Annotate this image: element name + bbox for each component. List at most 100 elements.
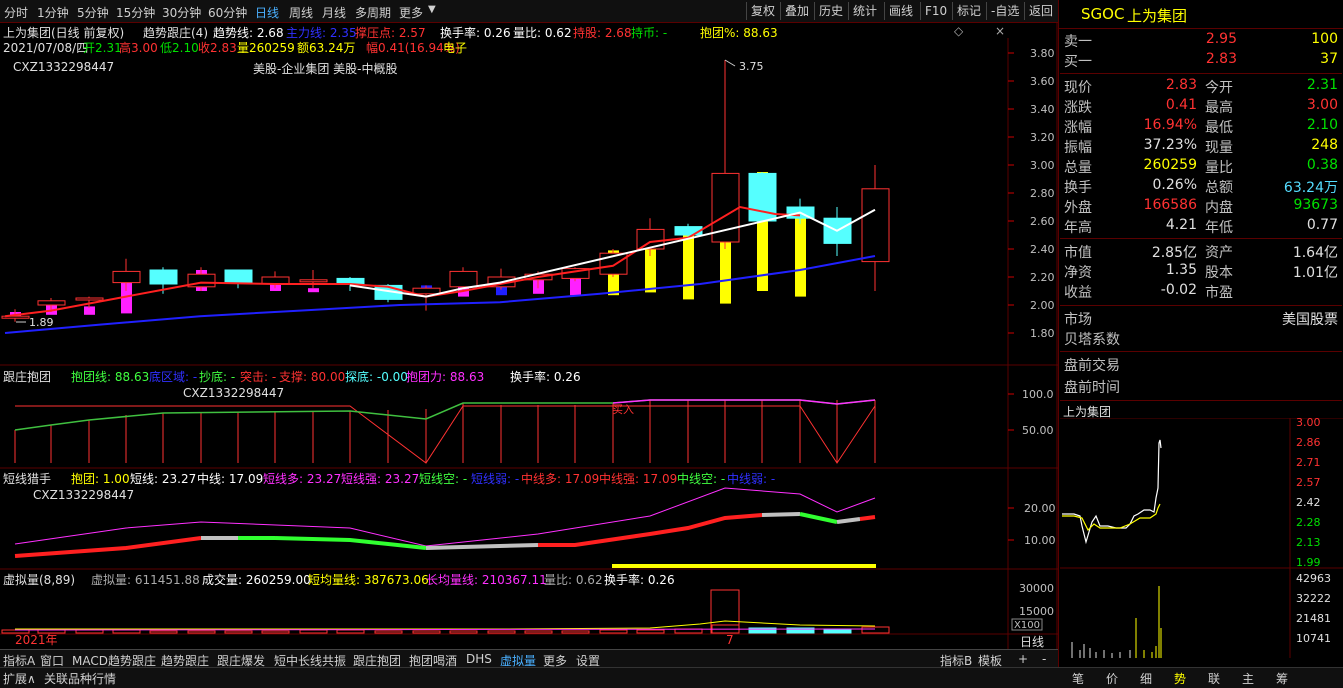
quote-value: 0.38 — [1306, 157, 1338, 173]
tab-main[interactable]: 主 — [1242, 670, 1254, 687]
price-axis-label: 2.60 — [1030, 215, 1055, 228]
panel4-axis-15000: 15000 — [1019, 605, 1054, 618]
mini-price-axis-label: 2.42 — [1296, 496, 1321, 509]
market-label: 市场 — [1064, 312, 1092, 328]
volume-bar — [561, 630, 590, 634]
mini-price-axis-label: 2.57 — [1296, 476, 1321, 489]
mid-line-segment — [859, 515, 876, 521]
volume-bar — [261, 630, 290, 634]
tab-link[interactable]: 联 — [1208, 670, 1220, 687]
volume-bar — [861, 626, 890, 634]
volume-bar — [336, 629, 365, 634]
quote-value: 1.64亿 — [1292, 245, 1338, 261]
quote-value: 248 — [1311, 137, 1338, 153]
quote-row: 外盘 166586 内盘 93673 — [1062, 197, 1340, 218]
status-bar: 扩展∧ 关联品种行情 笔 价 细 势 联 主 筹 — [0, 667, 1343, 688]
quote-row: 收益 -0.02 市盈 — [1062, 282, 1340, 303]
quote-row: 市值 2.85亿 资产 1.64亿 — [1062, 242, 1340, 263]
quote-row: 年高 4.21 年低 0.77 — [1062, 217, 1340, 238]
sell1-row[interactable]: 卖一 2.95 100 — [1062, 31, 1340, 52]
price-axis-label: 2.00 — [1030, 299, 1055, 312]
quote-label: 市盈 — [1205, 285, 1233, 301]
quote-value: 0.77 — [1306, 217, 1338, 233]
pre-time-row: 盘前时间 — [1062, 377, 1340, 398]
quote-value: 260259 — [1143, 157, 1197, 173]
quote-label: 外盘 — [1064, 200, 1092, 216]
tab-ticks[interactable]: 笔 — [1072, 670, 1084, 687]
zoom-in-button[interactable]: + — [1018, 652, 1028, 666]
quote-row: 净资 1.35 股本 1.01亿 — [1062, 262, 1340, 283]
tab-chips[interactable]: 筹 — [1276, 670, 1288, 687]
quote-label: 最高 — [1205, 100, 1233, 116]
quote-value: 0.41 — [1165, 97, 1197, 113]
volume-bar — [823, 628, 852, 634]
tab-detail[interactable]: 细 — [1140, 670, 1152, 687]
zoom-out-button[interactable]: - — [1042, 652, 1046, 666]
mid-line-segment — [799, 512, 838, 524]
volume-bar — [524, 630, 553, 634]
tab-trend[interactable]: 势 — [1174, 670, 1186, 687]
buy1-row[interactable]: 买一 2.83 37 — [1062, 51, 1340, 72]
volume-bar — [412, 630, 441, 634]
quote-label: 今开 — [1205, 80, 1233, 96]
quote-value: 0.26% — [1152, 177, 1197, 193]
quote-value: 1.35 — [1165, 262, 1197, 278]
candle-body — [75, 297, 104, 301]
quote-label: 收益 — [1064, 285, 1092, 301]
embrace-line — [14, 399, 876, 431]
short-hunter-chart[interactable]: 20.00 10.00 — [0, 468, 1060, 569]
price-axis-label: 2.40 — [1030, 243, 1055, 256]
mini-price-axis-label: 2.71 — [1296, 456, 1321, 469]
quote-row: 换手 0.26% 总额 63.24万 — [1062, 177, 1340, 198]
tab-dhs[interactable]: DHS — [466, 652, 492, 666]
candle-body — [449, 270, 478, 288]
mini-price-axis-label: 2.86 — [1296, 436, 1321, 449]
embrace-chart[interactable]: 买入 100.0 50.00 — [0, 365, 1060, 468]
quote-label: 换手 — [1064, 180, 1092, 196]
quote-label: 量比 — [1205, 160, 1233, 176]
quote-row: 涨跌 0.41 最高 3.00 — [1062, 97, 1340, 118]
tab-price[interactable]: 价 — [1106, 670, 1118, 687]
quote-value: -0.02 — [1160, 282, 1197, 298]
volume-bar — [636, 629, 665, 634]
volume-bar — [374, 630, 403, 634]
buy-signal-label: 买入 — [612, 403, 634, 416]
volume-bar — [149, 630, 178, 634]
intraday-mini-chart[interactable]: 3.00 2.86 2.71 2.57 2.42 2.28 2.13 1.99 42963 322… — [1060, 418, 1343, 658]
virtual-volume-chart[interactable]: 30000 15000 X100 2021年 7 日线 — [0, 569, 1060, 649]
buy1-price: 2.83 — [1205, 51, 1237, 67]
mini-price-axis-label: 2.28 — [1296, 516, 1321, 529]
quote-label: 总额 — [1205, 180, 1233, 196]
short-avg-volume-line — [15, 620, 876, 630]
price-axis-label: 1.80 — [1030, 327, 1055, 340]
mid-line-segment — [538, 513, 763, 547]
candle-body — [112, 270, 141, 284]
quote-row: 涨幅 16.94% 最低 2.10 — [1062, 117, 1340, 138]
volume-bar — [187, 630, 216, 634]
mid-line-segment — [274, 536, 427, 550]
sell1-price: 2.95 — [1205, 31, 1237, 47]
mid-line-segment — [761, 512, 801, 517]
related-quotes-button[interactable]: 关联品种行情 — [44, 670, 116, 687]
price-axis-label: 2.80 — [1030, 187, 1055, 200]
pre-time-label: 盘前时间 — [1064, 380, 1120, 396]
quote-label: 现量 — [1205, 140, 1233, 156]
quote-value: 2.83 — [1165, 77, 1197, 93]
quote-label: 涨幅 — [1064, 120, 1092, 136]
quote-value: 1.01亿 — [1292, 265, 1338, 281]
quote-row: 现价 2.83 今开 2.31 — [1062, 77, 1340, 98]
mini-price-axis-label: 1.99 — [1296, 556, 1321, 569]
market-value: 美国股票 — [1282, 312, 1338, 328]
indicator-bar — [308, 288, 319, 293]
intraday-avg-line — [1062, 503, 1161, 532]
candle-body — [861, 188, 890, 263]
quote-value: 166586 — [1143, 197, 1197, 213]
period-label: 日线 — [1020, 635, 1044, 649]
mini-volume-axis-label: 32222 — [1296, 592, 1331, 605]
volume-bar — [599, 629, 628, 634]
expand-button[interactable]: 扩展∧ — [3, 670, 36, 687]
panel2-axis-100: 100.0 — [1022, 388, 1054, 401]
quote-label: 最低 — [1205, 120, 1233, 136]
sell1-volume: 100 — [1311, 31, 1338, 47]
mini-volume-axis-label: 42963 — [1296, 572, 1331, 585]
